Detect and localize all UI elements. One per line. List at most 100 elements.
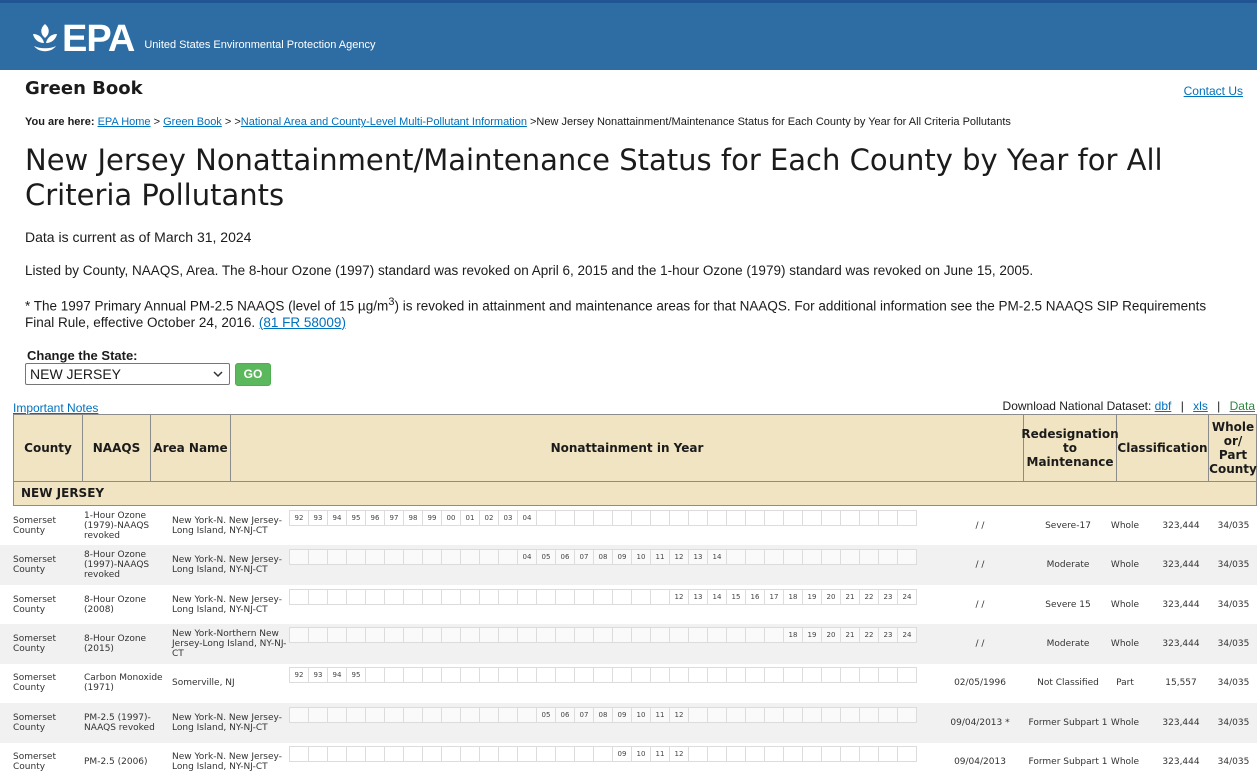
state-select[interactable]: NEW JERSEY [25, 363, 230, 385]
year-cell [441, 746, 461, 762]
year-cell: 05 [536, 707, 556, 723]
year-cell [688, 667, 708, 683]
naaqs-cell: 8-Hour Ozone (1997)-NAAQS revoked [84, 550, 150, 580]
year-cell [346, 746, 366, 762]
go-button[interactable]: GO [235, 363, 271, 386]
year-cell [707, 746, 727, 762]
classification-cell: Former Subpart 1 [1028, 718, 1108, 728]
download-dbf-link[interactable]: dbf [1155, 399, 1172, 413]
year-cell [384, 707, 404, 723]
contact-us-link[interactable]: Contact Us [1184, 84, 1243, 98]
year-cell: 12 [669, 707, 689, 723]
fips-cell: 34/035 [1217, 718, 1250, 728]
year-cell [289, 549, 309, 565]
year-cell [745, 627, 765, 643]
year-cell: 98 [403, 510, 423, 526]
year-cell [422, 707, 442, 723]
year-cell [327, 549, 347, 565]
year-cell [821, 510, 841, 526]
breadcrumb-epa-home[interactable]: EPA Home [98, 116, 151, 128]
site-name[interactable]: Green Book [25, 78, 143, 99]
year-cell [384, 589, 404, 605]
whole-part-cell: Whole [1110, 757, 1140, 767]
nonattainment-years: 05 06 07 08 09 10 11 12 [289, 707, 933, 723]
breadcrumb-green-book[interactable]: Green Book [163, 116, 222, 128]
fips-cell: 34/035 [1217, 757, 1250, 767]
state-group-row: NEW JERSEY [13, 482, 1257, 506]
year-cell [707, 627, 727, 643]
year-cell: 12 [669, 746, 689, 762]
naaqs-cell: 8-Hour Ozone (2008) [84, 595, 147, 615]
year-cell [897, 707, 917, 723]
fr-citation-link[interactable]: (81 FR 58009) [259, 315, 346, 330]
year-cell [289, 627, 309, 643]
area-name-cell: Somerville, NJ [172, 678, 235, 688]
year-cell [859, 707, 879, 723]
nonattainment-years: 09 10 11 12 [289, 746, 933, 762]
epa-logo[interactable]: EPA United States Environmental Protecti… [30, 19, 375, 59]
pm25-note: * The 1997 Primary Annual PM-2.5 NAAQS (… [25, 294, 1235, 331]
site-header: EPA United States Environmental Protecti… [0, 0, 1257, 70]
year-cell [517, 707, 537, 723]
year-cell [498, 589, 518, 605]
year-cell [783, 549, 803, 565]
year-cell [745, 510, 765, 526]
year-cell [707, 667, 727, 683]
important-notes-link[interactable]: Important Notes [13, 401, 98, 415]
year-cell [346, 707, 366, 723]
year-cell [859, 510, 879, 526]
breadcrumb-national-info[interactable]: National Area and County-Level Multi-Pol… [241, 116, 527, 128]
year-cell [517, 746, 537, 762]
year-cell [384, 549, 404, 565]
year-cell [631, 589, 651, 605]
year-cell [802, 746, 822, 762]
year-cell: 05 [536, 549, 556, 565]
county-cell: Somerset County [13, 516, 56, 536]
year-cell [631, 510, 651, 526]
year-cell [327, 627, 347, 643]
year-cell [422, 667, 442, 683]
year-cell [612, 627, 632, 643]
year-cell [555, 510, 575, 526]
download-xls-link[interactable]: xls [1193, 399, 1208, 413]
redesignation-cell: 09/04/2013 [954, 757, 1006, 767]
download-separator: | [1180, 399, 1184, 413]
year-cell [327, 707, 347, 723]
year-cell [555, 589, 575, 605]
year-cell [422, 589, 442, 605]
year-cell: 21 [840, 589, 860, 605]
year-cell: 12 [669, 549, 689, 565]
year-cell [859, 667, 879, 683]
year-cell [479, 549, 499, 565]
header-whole-part: Whole or/ Part County [1209, 420, 1257, 476]
year-cell [821, 549, 841, 565]
year-cell [783, 707, 803, 723]
year-cell [536, 667, 556, 683]
year-cell [840, 667, 860, 683]
year-cell [308, 627, 328, 643]
year-cell [403, 627, 423, 643]
year-cell [897, 549, 917, 565]
year-cell [726, 746, 746, 762]
header-area-name: Area Name [151, 415, 231, 481]
year-cell [498, 667, 518, 683]
year-cell [346, 627, 366, 643]
year-cell [669, 510, 689, 526]
year-cell: 15 [726, 589, 746, 605]
year-cell [441, 627, 461, 643]
year-cell [479, 589, 499, 605]
whole-part-cell: Whole [1110, 639, 1140, 649]
redesignation-cell: 02/05/1996 [954, 678, 1006, 688]
year-cell [764, 746, 784, 762]
classification-cell: Moderate [1046, 639, 1090, 649]
year-cell [308, 746, 328, 762]
download-data-link[interactable]: Data [1230, 399, 1255, 413]
county-cell: Somerset County [13, 634, 56, 654]
year-cell: 06 [555, 707, 575, 723]
year-cell: 11 [650, 549, 670, 565]
population-cell: 323,444 [1162, 639, 1200, 649]
year-cell [422, 627, 442, 643]
area-name-cell: New York-N. New Jersey-Long Island, NY-N… [172, 713, 282, 733]
year-cell [536, 510, 556, 526]
year-cell [498, 746, 518, 762]
